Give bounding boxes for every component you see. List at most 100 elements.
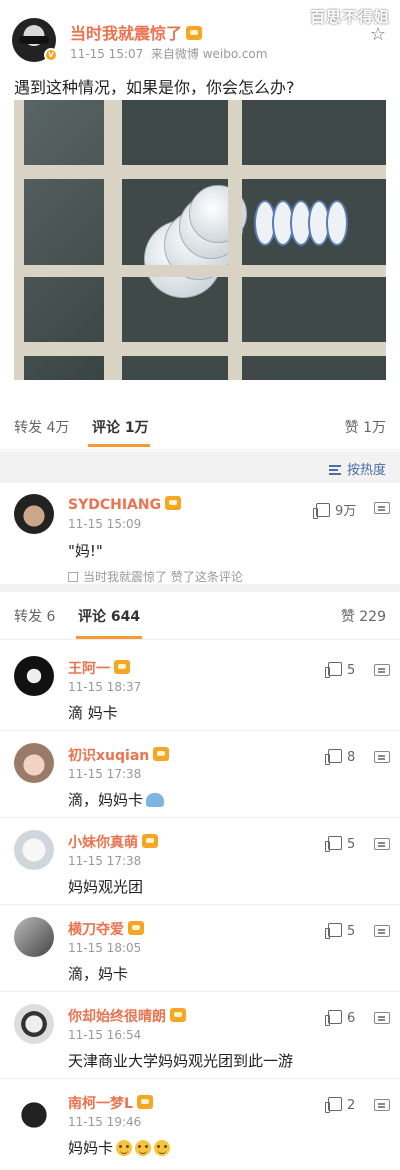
vip-crown-icon [128,921,144,935]
vip-crown-icon [153,747,170,761]
comment-avatar[interactable] [14,494,54,534]
post-header: V 当时我就震惊了 11-15 15:07 来自微博 weibo.com 百思不… [0,0,400,70]
comment-text: 妈妈观光团 [68,878,144,896]
comment-author-text: 你却始终很晴朗 [68,1009,166,1025]
comment-time: 11-15 17:38 [68,854,142,868]
comment-author-text: 横刀夺爱 [68,922,124,938]
doge-emoji-icon [154,1140,171,1156]
comment-time: 11-15 17:38 [68,767,142,781]
tab-comment[interactable]: 评论 1万 [92,417,149,437]
reply-icon[interactable] [374,925,390,937]
vip-crown-icon [142,834,158,848]
comment-text-content: 妈妈卡 [68,1139,114,1157]
tab-comment-secondary[interactable]: 评论 644 [78,606,140,626]
reply-icon[interactable] [374,1012,390,1024]
comment-avatar[interactable] [14,656,54,696]
vip-crown-icon [114,660,130,674]
comment-text-content: 滴，妈妈卡 [68,791,144,809]
comment-like-button[interactable]: 2 [325,1097,356,1113]
comment-author[interactable]: 横刀夺爱 [68,919,144,939]
comment-text: 天津商业大学妈妈观光团到此一游 [68,1052,294,1070]
thumb-up-icon [325,1097,342,1113]
comment-like-button[interactable]: 9万 [313,500,357,519]
reply-icon[interactable] [374,664,390,676]
comment-author[interactable]: 王阿一 [68,658,130,678]
comment-avatar[interactable] [14,1091,54,1131]
comment-author-text: 南柯一梦L [68,1096,133,1112]
comment-like-button[interactable]: 5 [325,923,356,939]
comment-author[interactable]: 初识xuqian [68,745,170,765]
vip-crown-icon [136,1095,153,1109]
reply-icon[interactable] [374,1099,390,1111]
comment-author-text: 小妹你真萌 [68,835,138,851]
vip-crown-icon [165,496,182,510]
comment-author[interactable]: 南柯一梦L [68,1093,153,1113]
vip-crown-icon [186,26,203,40]
thumb-up-icon [68,572,78,582]
tab-like-secondary[interactable]: 赞 229 [341,606,386,626]
comment-like-count: 5 [347,837,356,852]
comment-author[interactable]: 小妹你真萌 [68,832,158,852]
comment-text: 滴 妈卡 [68,704,118,722]
post-image[interactable] [14,100,386,380]
comment-text: 妈妈卡 [68,1137,171,1158]
post-source: 来自微博 weibo.com [150,47,268,61]
thumb-up-icon [325,923,342,939]
comment-avatar[interactable] [14,917,54,957]
author-name[interactable]: 当时我就震惊了 [70,20,203,44]
tab-repost-secondary[interactable]: 转发 6 [14,606,55,626]
top-comment: SYDCHIANG 11-15 15:09 "妈!" 9万 当时我就震惊了 赞了… [0,484,400,592]
doge-emoji-icon [116,1140,133,1156]
comment-like-button[interactable]: 5 [325,836,356,852]
comment-avatar[interactable] [14,830,54,870]
sort-by-heat-button[interactable]: 按热度 [328,459,386,478]
vip-crown-icon [170,1008,186,1022]
sort-label: 按热度 [346,463,386,478]
reply-icon[interactable] [374,502,390,514]
comment-author-text: SYDCHIANG [68,497,162,513]
comment-like-button[interactable]: 6 [325,1010,356,1026]
comment-avatar[interactable] [14,743,54,783]
comment-time: 11-15 16:54 [68,1028,142,1042]
list-item: 横刀夺爱 11-15 18:05 滴，妈卡 5 [0,905,400,992]
comment-author[interactable]: SYDCHIANG [68,496,182,513]
reply-icon[interactable] [374,751,390,763]
list-item: 王阿一 11-15 18:37 滴 妈卡 5 [0,644,400,731]
comment-like-count: 6 [347,1011,356,1026]
list-item: 你却始终很晴朗 11-15 16:54 天津商业大学妈妈观光团到此一游 6 [0,992,400,1079]
thumb-up-icon [325,662,342,678]
active-tab-indicator [88,444,150,447]
comment-like-button[interactable]: 5 [325,662,356,678]
favorite-star-icon[interactable]: ☆ [370,24,386,45]
list-item: 南柯一梦L 11-15 19:46 妈妈卡 2 [0,1079,400,1166]
thumb-up-icon [313,503,330,519]
comment-time: 11-15 18:37 [68,680,142,694]
sort-icon [328,465,341,475]
tab-repost[interactable]: 转发 4万 [14,417,69,437]
thumb-up-icon [325,749,342,765]
comment-like-count: 8 [347,750,356,765]
stats-bar-secondary: 转发 6 评论 644 赞 229 [0,592,400,640]
list-item: 初识xuqian 11-15 17:38 滴，妈妈卡 8 [0,731,400,818]
comment-time: 11-15 15:09 [68,517,142,531]
comment-like-count: 5 [347,663,356,678]
comment-like-count: 5 [347,924,356,939]
author-name-text: 当时我就震惊了 [70,24,183,43]
thumb-up-icon [325,1010,342,1026]
comment-like-count: 9万 [335,504,357,519]
comment-author[interactable]: 你却始终很晴朗 [68,1006,186,1026]
tab-like[interactable]: 赞 1万 [345,417,386,437]
post-time: 11-15 15:07 [70,47,144,61]
comment-text: 滴，妈卡 [68,965,129,983]
diver-emoji-icon [146,793,165,807]
list-item: 小妹你真萌 11-15 17:38 妈妈观光团 5 [0,818,400,905]
post-meta: 11-15 15:07 来自微博 weibo.com [70,45,267,62]
comment-like-button[interactable]: 8 [325,749,356,765]
comment-author-text: 王阿一 [68,661,110,677]
comment-time: 11-15 18:05 [68,941,142,955]
comment-like-count: 2 [347,1098,356,1113]
comment-author-text: 初识xuqian [68,748,150,764]
comment-text: 滴，妈妈卡 [68,789,165,810]
comment-avatar[interactable] [14,1004,54,1044]
reply-icon[interactable] [374,838,390,850]
